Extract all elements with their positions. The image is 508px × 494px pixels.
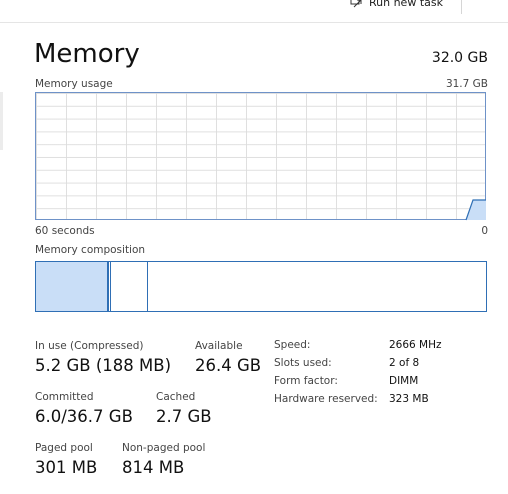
- composition-free-segment[interactable]: [148, 262, 486, 311]
- detail-value: 2666 MHz: [389, 339, 442, 351]
- available-label: Available: [195, 340, 243, 352]
- committed-value: 6.0/36.7 GB: [35, 407, 133, 426]
- detail-value: 2 of 8: [389, 357, 420, 369]
- stat-cached: Cached 2.7 GB: [156, 390, 212, 428]
- run-new-task-label: Run new task: [369, 0, 443, 9]
- details-values: 2666 MHz 2 of 8 DIMM 323 MB: [389, 336, 442, 408]
- memory-composition-label: Memory composition: [35, 244, 146, 256]
- stat-available: Available 26.4 GB: [195, 339, 261, 377]
- paged-pool-value: 301 MB: [35, 458, 98, 477]
- detail-key: Hardware reserved:: [274, 393, 378, 405]
- detail-key: Speed:: [274, 339, 311, 351]
- memory-usage-max: 31.7 GB: [445, 78, 488, 90]
- run-task-icon: [350, 0, 362, 8]
- cached-value: 2.7 GB: [156, 407, 212, 426]
- composition-standby-segment[interactable]: [110, 262, 149, 311]
- committed-label: Committed: [35, 391, 94, 403]
- sidebar-edge: [0, 92, 3, 150]
- paged-pool-label: Paged pool: [35, 442, 93, 454]
- non-paged-pool-label: Non-paged pool: [122, 442, 206, 454]
- detail-value: DIMM: [389, 375, 419, 387]
- graph-zero-label: 0: [481, 225, 488, 237]
- memory-usage-plot: [465, 199, 486, 221]
- stat-committed: Committed 6.0/36.7 GB: [35, 390, 133, 428]
- graph-time-axis-label: 60 seconds: [35, 225, 95, 237]
- memory-composition-bar[interactable]: [35, 261, 487, 312]
- in-use-value: 5.2 GB (188 MB): [35, 356, 172, 375]
- non-paged-pool-value: 814 MB: [122, 458, 185, 477]
- total-memory: 32.0 GB: [431, 50, 488, 66]
- detail-key: Slots used:: [274, 357, 332, 369]
- detail-key: Form factor:: [274, 375, 338, 387]
- detail-value: 323 MB: [389, 393, 429, 405]
- available-value: 26.4 GB: [195, 356, 262, 375]
- memory-performance-panel: Run new task Memory 32.0 GB Memory usage…: [0, 0, 508, 494]
- run-new-task-button[interactable]: Run new task: [350, 0, 443, 10]
- composition-in-use-segment[interactable]: [36, 262, 109, 311]
- stat-paged-pool: Paged pool 301 MB: [35, 441, 97, 479]
- stat-non-paged-pool: Non-paged pool 814 MB: [122, 441, 205, 479]
- memory-usage-graph: [35, 92, 486, 221]
- details-keys: Speed: Slots used: Form factor: Hardware…: [274, 336, 378, 408]
- stat-in-use: In use (Compressed) 5.2 GB (188 MB): [35, 339, 171, 377]
- in-use-label: In use (Compressed): [35, 340, 144, 352]
- command-bar-separator: [461, 0, 462, 14]
- memory-usage-label: Memory usage: [35, 78, 113, 90]
- page-title: Memory: [34, 39, 140, 69]
- command-bar: Run new task: [0, 0, 508, 23]
- cached-label: Cached: [156, 391, 196, 403]
